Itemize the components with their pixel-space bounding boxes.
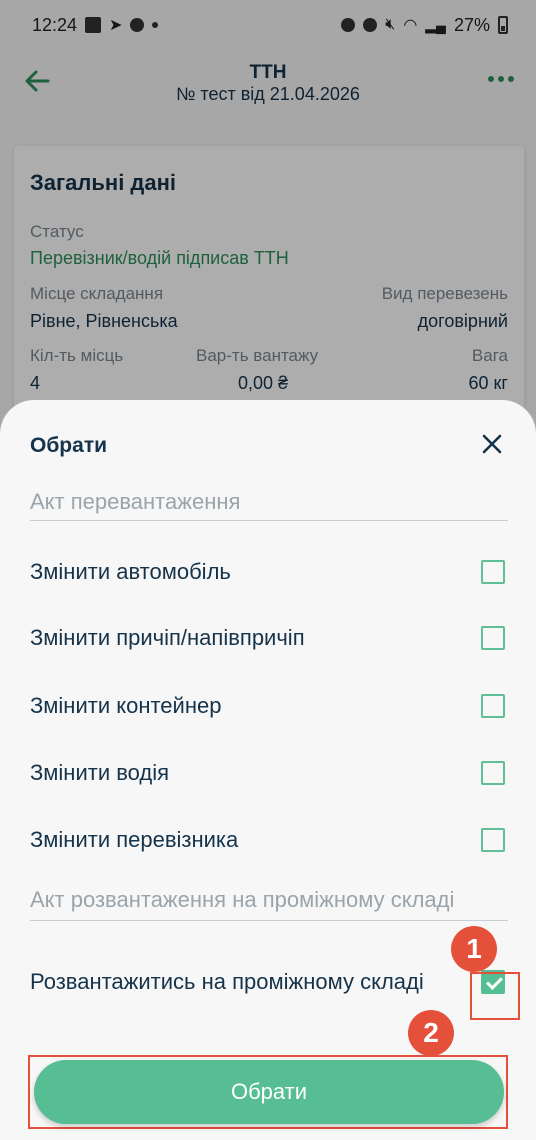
option-change-trailer[interactable]: Змінити причіп/напівпричіп (30, 624, 508, 652)
highlight-box-1 (470, 972, 520, 1020)
checkbox[interactable] (481, 761, 505, 785)
option-label: Розвантажитись на проміжному складі (30, 969, 424, 994)
annotation-badge-2: 2 (408, 1010, 454, 1056)
section-transshipment: Акт перевантаження (30, 488, 508, 521)
annotation-badge-1: 1 (451, 926, 497, 972)
checkbox[interactable] (481, 694, 505, 718)
select-button[interactable]: Обрати (34, 1060, 504, 1124)
option-label: Змінити перевізника (30, 827, 239, 852)
option-change-vehicle[interactable]: Змінити автомобіль (30, 558, 508, 586)
option-change-driver[interactable]: Змінити водія (30, 759, 508, 787)
option-label: Змінити водія (30, 760, 170, 785)
checkbox[interactable] (481, 626, 505, 650)
checkbox[interactable] (481, 828, 505, 852)
sheet-title: Обрати (30, 434, 108, 457)
option-unload-intermediate[interactable]: Розвантажитись на проміжному складі (30, 968, 508, 996)
option-label: Змінити причіп/напівпричіп (30, 625, 305, 650)
checkbox[interactable] (481, 560, 505, 584)
close-icon[interactable] (478, 430, 506, 458)
option-label: Змінити контейнер (30, 693, 222, 718)
option-change-carrier[interactable]: Змінити перевізника (30, 826, 508, 854)
section-unloading: Акт розвантаження на проміжному складі (30, 886, 508, 921)
option-change-container[interactable]: Змінити контейнер (30, 692, 508, 720)
select-bottom-sheet: Обрати Акт перевантаження Змінити автомо… (0, 400, 536, 1140)
option-label: Змінити автомобіль (30, 559, 231, 584)
